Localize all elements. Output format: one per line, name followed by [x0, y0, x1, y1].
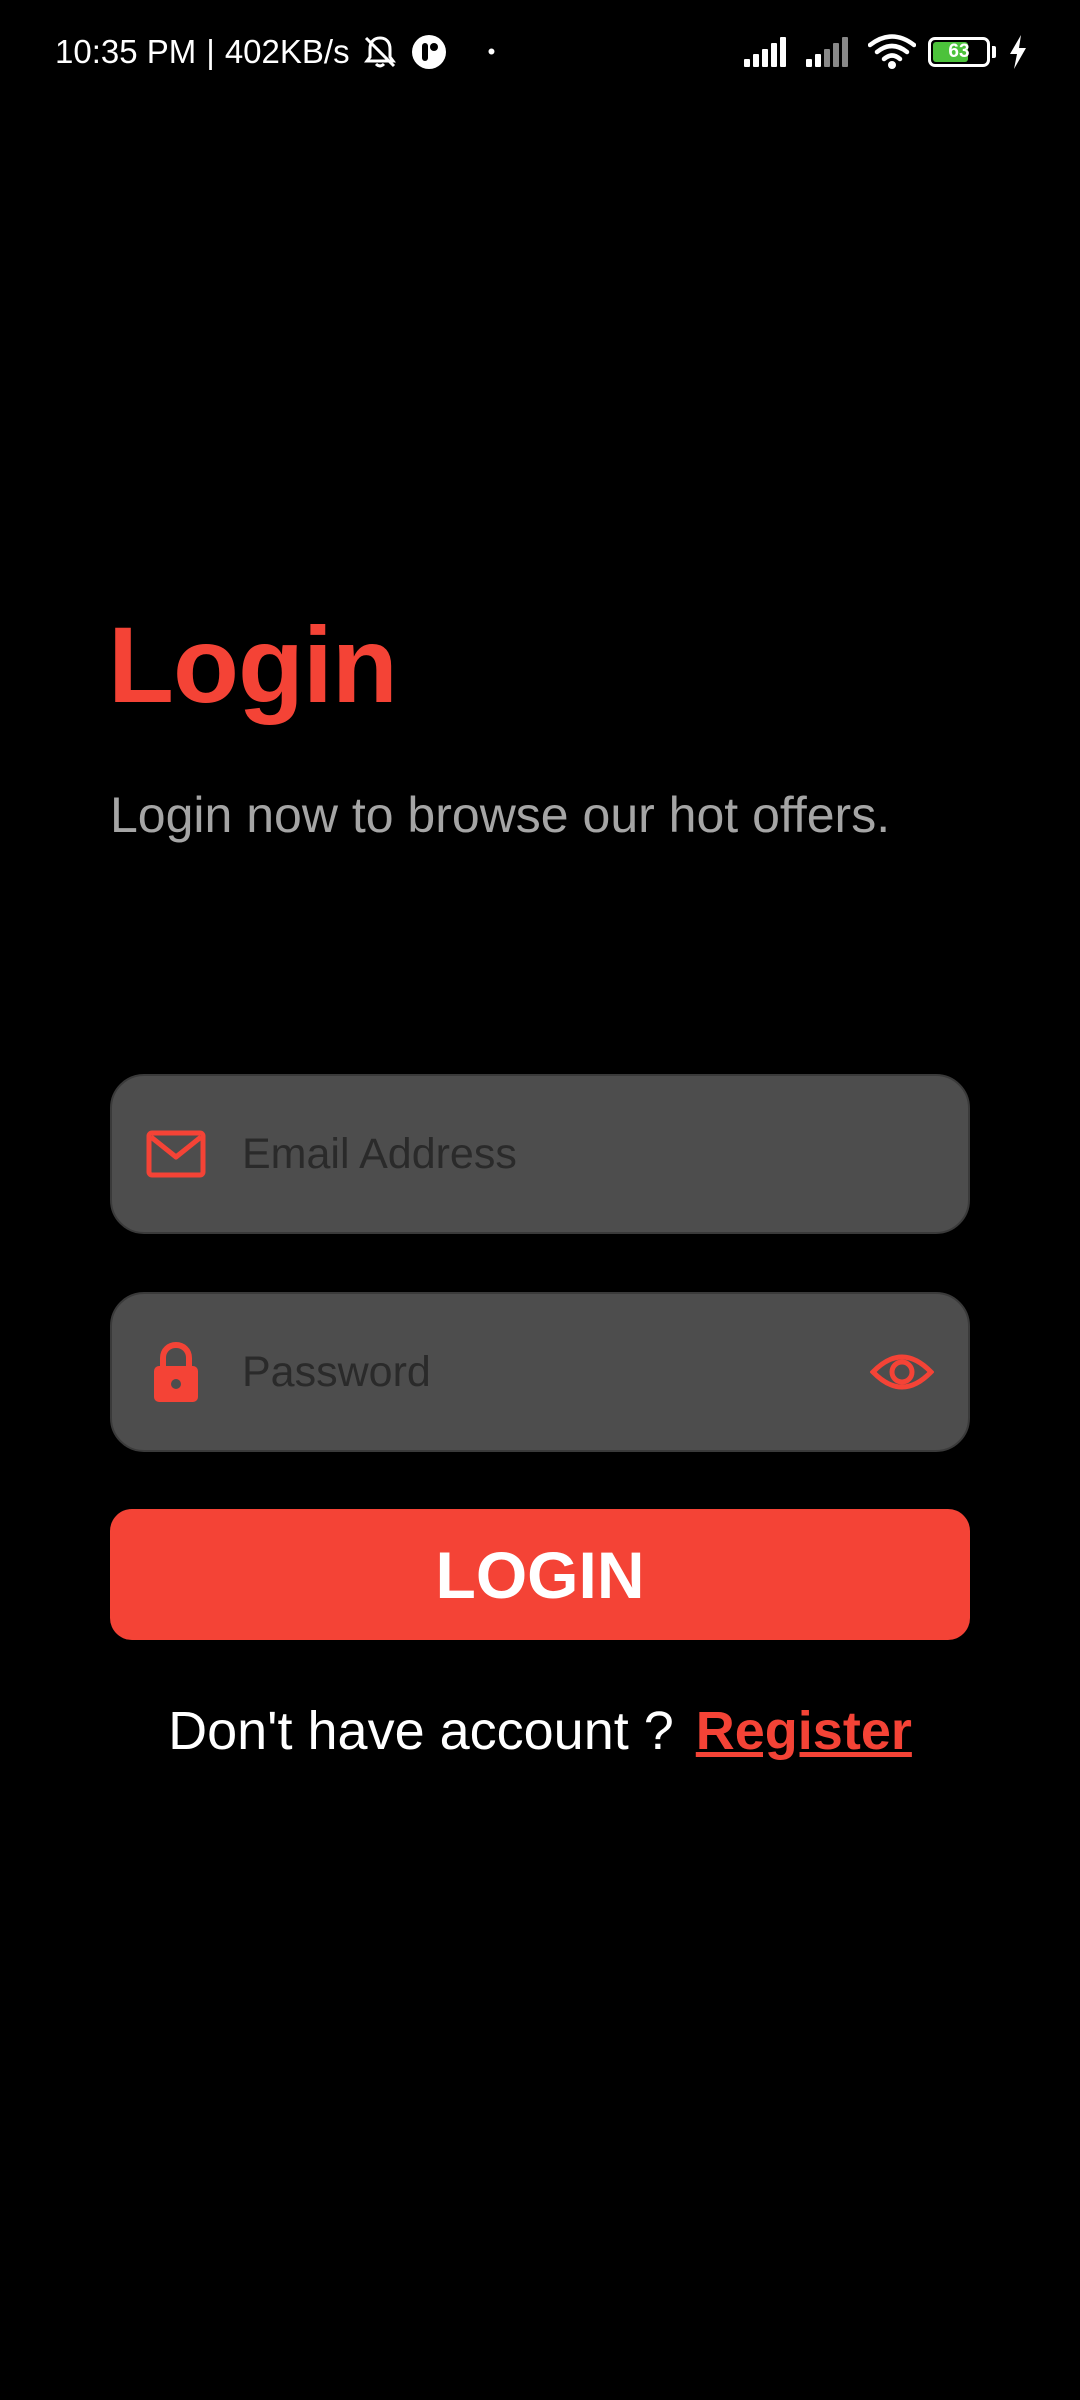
status-bar-left: 10:35 PM | 402KB/s •: [55, 30, 495, 74]
battery-icon: 63: [928, 37, 996, 67]
eye-icon[interactable]: [869, 1350, 935, 1394]
email-field[interactable]: [110, 1074, 970, 1234]
wifi-icon: [867, 34, 917, 70]
page-subtitle: Login now to browse our hot offers.: [110, 787, 891, 843]
status-bar: 10:35 PM | 402KB/s •: [0, 0, 1080, 104]
login-button[interactable]: LOGIN: [110, 1509, 970, 1640]
lock-icon: [146, 1340, 206, 1404]
status-bar-right: 63: [744, 30, 1028, 74]
status-separator: |: [206, 33, 215, 70]
charging-icon: [1008, 35, 1028, 69]
status-time: 10:35 PM: [55, 33, 197, 70]
mail-icon: [146, 1130, 206, 1178]
signal-icon: [744, 37, 794, 67]
register-link[interactable]: Register: [696, 1700, 912, 1762]
register-row: Don't have account ? Register: [0, 1700, 1080, 1762]
app-notification-icon: [410, 33, 448, 71]
signal-icon: [806, 37, 856, 67]
page-title: Login: [108, 604, 398, 725]
register-prompt: Don't have account ?: [168, 1701, 674, 1761]
status-dot: •: [487, 39, 496, 64]
email-input[interactable]: [242, 1076, 802, 1232]
password-input[interactable]: [242, 1294, 802, 1450]
mute-notifications-icon: [360, 32, 400, 72]
status-net-speed: 402KB/s: [224, 33, 350, 70]
password-field[interactable]: [110, 1292, 970, 1452]
